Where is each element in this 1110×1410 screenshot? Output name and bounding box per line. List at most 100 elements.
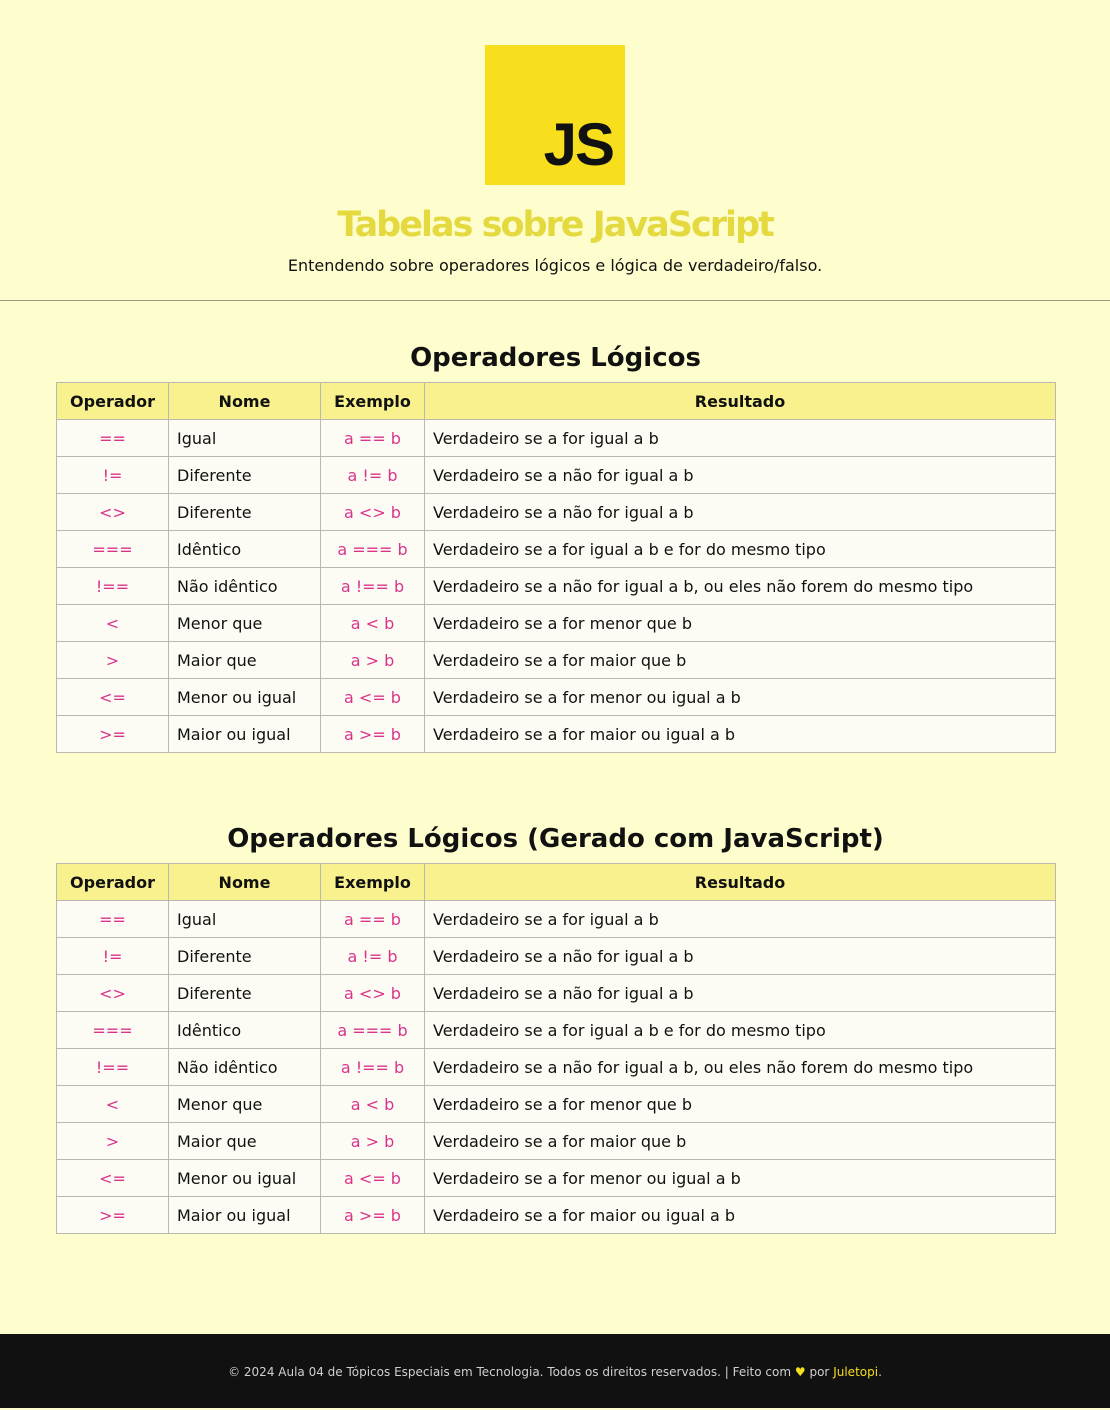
section-generated-table: Operadores Lógicos (Gerado com JavaScrip…: [56, 821, 1056, 1234]
column-header-operador: Operador: [56, 382, 169, 420]
result-cell: Verdadeiro se a for igual a b e for do m…: [424, 1011, 1056, 1049]
name-cell: Menor ou igual: [168, 1159, 321, 1197]
result-cell: Verdadeiro se a não for igual a b: [424, 456, 1056, 494]
table-row: >= Maior ou igual a >= b Verdadeiro se a fo…: [56, 715, 1056, 753]
table-row: <= Menor ou igual a <= b Verdadeiro se a fo…: [56, 1159, 1056, 1197]
result-cell: Verdadeiro se a for maior ou igual a b: [424, 1196, 1056, 1234]
footer-by: por: [809, 1365, 830, 1379]
example-cell: a == b: [320, 419, 425, 457]
table-row: <> Diferente a <> b Verdadeiro se a não for…: [56, 974, 1056, 1012]
operator-cell: <>: [56, 493, 169, 531]
result-cell: Verdadeiro se a não for igual a b, ou el…: [424, 567, 1056, 605]
name-cell: Maior ou igual: [168, 715, 321, 753]
table-row: < Menor que a < b Verdadeiro se a for menor…: [56, 604, 1056, 642]
name-cell: Igual: [168, 419, 321, 457]
name-cell: Idêntico: [168, 530, 321, 568]
logo-text: JS: [543, 111, 615, 178]
table-row: != Diferente a != b Verdadeiro se a não for…: [56, 456, 1056, 494]
example-cell: a < b: [320, 1085, 425, 1123]
example-cell: a >= b: [320, 1196, 425, 1234]
table-header-row: Operador Nome Exemplo Resultado: [56, 382, 1056, 420]
name-cell: Não idêntico: [168, 1048, 321, 1086]
example-cell: a !== b: [320, 1048, 425, 1086]
heart-icon: ♥: [794, 1365, 806, 1379]
operator-cell: ==: [56, 900, 169, 938]
operator-cell: <: [56, 604, 169, 642]
operator-cell: ===: [56, 1011, 169, 1049]
result-cell: Verdadeiro se a for maior que b: [424, 1122, 1056, 1160]
table-row: < Menor que a < b Verdadeiro se a for menor…: [56, 1085, 1056, 1123]
result-cell: Verdadeiro se a for igual a b: [424, 419, 1056, 457]
example-cell: a < b: [320, 604, 425, 642]
operator-cell: <: [56, 1085, 169, 1123]
name-cell: Menor ou igual: [168, 678, 321, 716]
name-cell: Diferente: [168, 974, 321, 1012]
page-title: Tabelas sobre JavaScript: [337, 205, 775, 245]
name-cell: Idêntico: [168, 1011, 321, 1049]
table-row: > Maior que a > b Verdadeiro se a for maior…: [56, 641, 1056, 679]
column-header-nome: Nome: [168, 863, 321, 901]
operator-cell: <=: [56, 1159, 169, 1197]
result-cell: Verdadeiro se a for igual a b e for do m…: [424, 530, 1056, 568]
result-cell: Verdadeiro se a for igual a b: [424, 900, 1056, 938]
example-cell: a <= b: [320, 678, 425, 716]
operator-cell: <=: [56, 678, 169, 716]
table-header-row: Operador Nome Exemplo Resultado: [56, 863, 1056, 901]
name-cell: Menor que: [168, 604, 321, 642]
result-cell: Verdadeiro se a não for igual a b: [424, 937, 1056, 975]
column-header-exemplo: Exemplo: [320, 863, 425, 901]
page-header: JS Tabelas sobre JavaScript Entendendo s…: [0, 0, 1110, 301]
example-cell: a >= b: [320, 715, 425, 753]
example-cell: a == b: [320, 900, 425, 938]
result-cell: Verdadeiro se a for maior ou igual a b: [424, 715, 1056, 753]
section-title: Operadores Lógicos: [410, 343, 701, 373]
table-row: !== Não idêntico a !== b Verdadeiro se a nã…: [56, 567, 1056, 605]
result-cell: Verdadeiro se a não for igual a b: [424, 974, 1056, 1012]
operator-cell: ===: [56, 530, 169, 568]
operator-cell: >: [56, 641, 169, 679]
name-cell: Não idêntico: [168, 567, 321, 605]
name-cell: Menor que: [168, 1085, 321, 1123]
table-row: >= Maior ou igual a >= b Verdadeiro se a fo…: [56, 1196, 1056, 1234]
operator-cell: !==: [56, 1048, 169, 1086]
example-cell: a === b: [320, 530, 425, 568]
result-cell: Verdadeiro se a não for igual a b, ou el…: [424, 1048, 1056, 1086]
operator-cell: !=: [56, 456, 169, 494]
table-row: > Maior que a > b Verdadeiro se a for maior…: [56, 1122, 1056, 1160]
footer-end: .: [878, 1365, 882, 1379]
operator-cell: !=: [56, 937, 169, 975]
table-row: <> Diferente a <> b Verdadeiro se a não for…: [56, 493, 1056, 531]
column-header-resultado: Resultado: [424, 382, 1056, 420]
example-cell: a > b: [320, 641, 425, 679]
name-cell: Maior que: [168, 641, 321, 679]
column-header-nome: Nome: [168, 382, 321, 420]
javascript-logo: JS: [485, 45, 625, 185]
operators-table-generated: Operador Nome Exemplo Resultado == Igual a…: [56, 863, 1056, 1234]
page-footer: © 2024 Aula 04 de Tópicos Especiais em T…: [0, 1334, 1110, 1408]
table-row: !== Não idêntico a !== b Verdadeiro se a nã…: [56, 1048, 1056, 1086]
example-cell: a <= b: [320, 1159, 425, 1197]
result-cell: Verdadeiro se a for menor que b: [424, 1085, 1056, 1123]
example-cell: a != b: [320, 456, 425, 494]
operator-cell: >=: [56, 715, 169, 753]
operator-cell: !==: [56, 567, 169, 605]
operator-cell: >=: [56, 1196, 169, 1234]
table-row: === Idêntico a === b Verdadeiro se a for ig…: [56, 530, 1056, 568]
name-cell: Maior que: [168, 1122, 321, 1160]
name-cell: Diferente: [168, 456, 321, 494]
author-link[interactable]: Juletopi: [833, 1365, 878, 1379]
operators-table: Operador Nome Exemplo Resultado == Igual a…: [56, 382, 1056, 753]
table-row: == Igual a == b Verdadeiro se a for igual a…: [56, 900, 1056, 938]
footer-text: © 2024 Aula 04 de Tópicos Especiais em T…: [228, 1365, 792, 1379]
example-cell: a <> b: [320, 974, 425, 1012]
example-cell: a > b: [320, 1122, 425, 1160]
table-row: != Diferente a != b Verdadeiro se a não for…: [56, 937, 1056, 975]
result-cell: Verdadeiro se a não for igual a b: [424, 493, 1056, 531]
operator-cell: <>: [56, 974, 169, 1012]
table-row: === Idêntico a === b Verdadeiro se a for ig…: [56, 1011, 1056, 1049]
result-cell: Verdadeiro se a for menor que b: [424, 604, 1056, 642]
name-cell: Diferente: [168, 937, 321, 975]
result-cell: Verdadeiro se a for menor ou igual a b: [424, 678, 1056, 716]
result-cell: Verdadeiro se a for maior que b: [424, 641, 1056, 679]
operator-cell: >: [56, 1122, 169, 1160]
